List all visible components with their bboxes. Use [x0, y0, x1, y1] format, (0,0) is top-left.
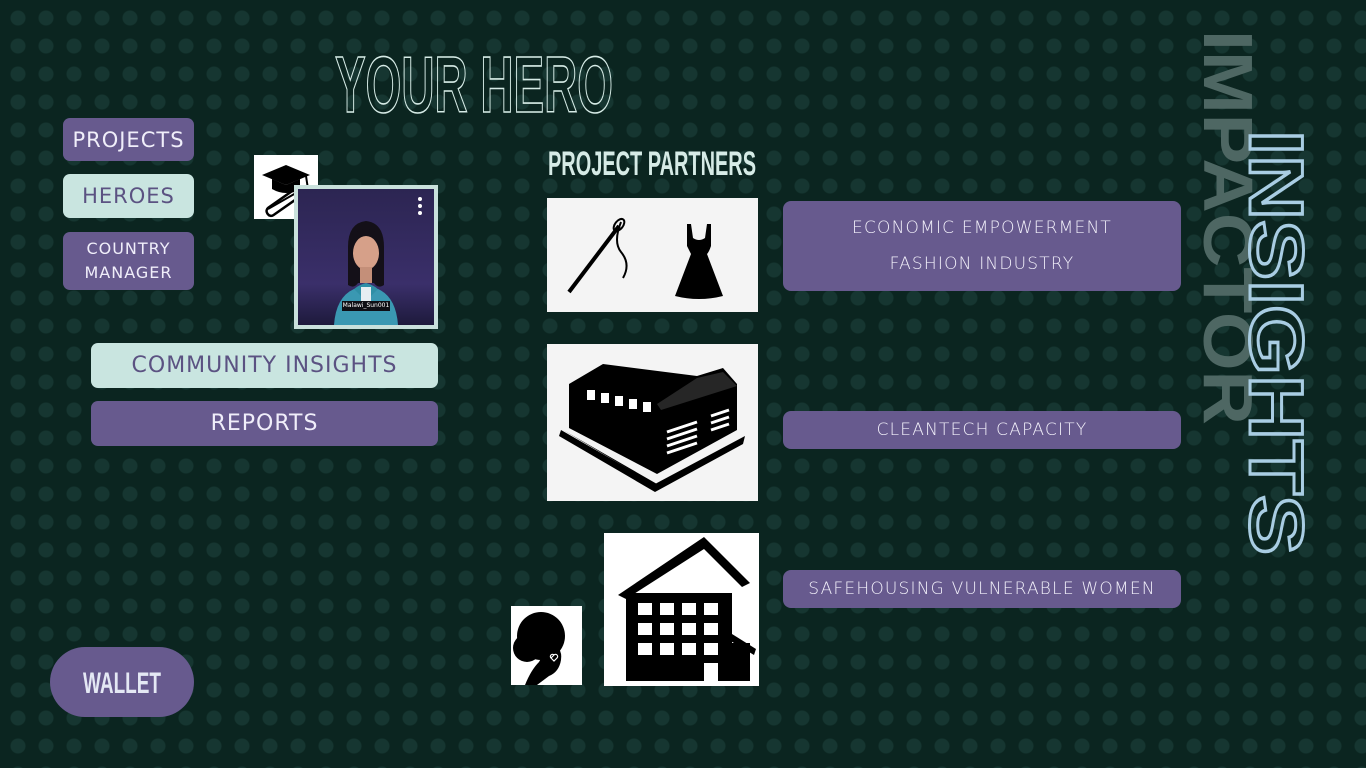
partner-label-cleantech-text: CLEANTECH CAPACITY [876, 420, 1088, 440]
partner-label-safehousing-text: SAFEHOUSING VULNERABLE WOMEN [808, 579, 1156, 599]
partner-label-cleantech[interactable]: CLEANTECH CAPACITY [783, 411, 1181, 449]
wallet-label: WALLET [83, 667, 161, 700]
hero-username: Malawi_Sun001 [342, 301, 390, 311]
svg-text:INSIGHTS: INSIGHTS [1240, 130, 1318, 555]
wallet-button[interactable]: WALLET [50, 647, 194, 717]
project-partners-title: PROJECT PARTNERS [548, 143, 758, 183]
partner-label-fashion: FASHION INDUSTRY [889, 254, 1075, 275]
partner-label-safehousing[interactable]: SAFEHOUSING VULNERABLE WOMEN [783, 570, 1181, 608]
hero-avatar-card[interactable]: Malawi_Sun001 [294, 185, 438, 329]
dress-icon [675, 224, 723, 299]
fashion-partner-image [547, 198, 758, 312]
factory-building-image [547, 344, 758, 501]
needle-thread-icon [567, 217, 628, 294]
community-insights-button[interactable]: COMMUNITY INSIGHTS [91, 343, 438, 388]
warehouse-icon [559, 364, 745, 492]
reports-button[interactable]: REPORTS [91, 401, 438, 446]
safe-house-image [604, 533, 759, 686]
page-title: YOUR HERO [333, 39, 623, 130]
svg-text:PROJECT PARTNERS: PROJECT PARTNERS [548, 145, 756, 181]
more-options-icon[interactable] [418, 197, 422, 215]
sidebar-item-projects[interactable]: PROJECTS [63, 118, 194, 161]
sidebar-item-heroes[interactable]: HEROES [63, 174, 194, 218]
partner-label-economic-fashion[interactable]: ECONOMIC EMPOWERMENT FASHION INDUSTRY [783, 201, 1181, 291]
house-icon [618, 537, 756, 681]
insights-vertical-text: INSIGHTS [1232, 129, 1320, 560]
sidebar-item-country-manager[interactable]: COUNTRY MANAGER [63, 232, 194, 290]
svg-text:YOUR HERO: YOUR HERO [335, 40, 613, 120]
woman-profile-icon [511, 606, 582, 685]
partner-label-economic: ECONOMIC EMPOWERMENT [852, 217, 1112, 238]
